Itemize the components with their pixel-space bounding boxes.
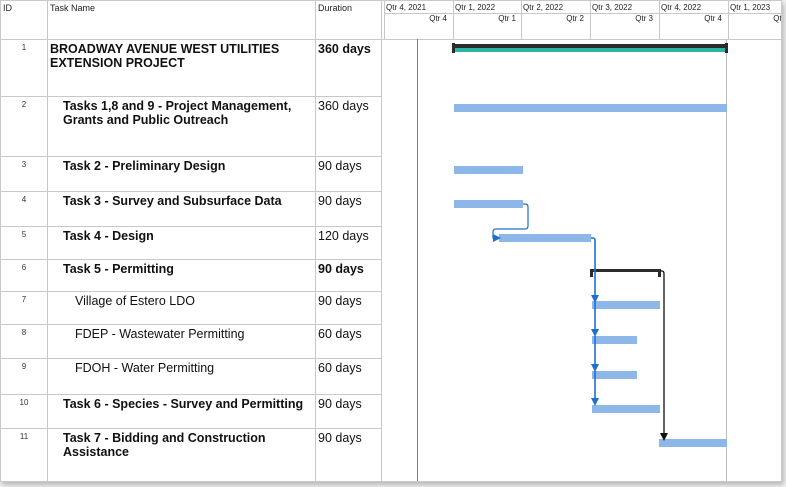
grid-horizontal-line bbox=[1, 39, 781, 40]
task-id: 7 bbox=[21, 295, 27, 304]
task-id: 5 bbox=[21, 230, 27, 239]
task-bar-9[interactable] bbox=[592, 371, 637, 379]
task-id: 2 bbox=[21, 100, 27, 109]
task-duration-cell[interactable]: 90 days bbox=[318, 397, 380, 411]
dependency-link-6-11 bbox=[660, 270, 668, 441]
grid-vertical-line bbox=[453, 1, 454, 39]
grid-horizontal-line bbox=[1, 259, 381, 260]
gantt-sheet: ID Task Name Duration Qtr 4, 2021 Qtr 4 Qt… bbox=[0, 0, 782, 482]
grid-vertical-line bbox=[384, 1, 385, 39]
task-duration-cell[interactable]: 120 days bbox=[318, 229, 380, 243]
task-duration-cell[interactable]: 90 days bbox=[318, 431, 380, 445]
task-id: 4 bbox=[21, 195, 27, 204]
task-name-cell[interactable]: Village of Estero LDO bbox=[75, 294, 312, 308]
task-bar-10[interactable] bbox=[592, 405, 660, 413]
task-id: 8 bbox=[21, 328, 27, 337]
task-name-cell[interactable]: BROADWAY AVENUE WEST UTILITIES EXTENSION… bbox=[50, 42, 312, 70]
timescale-quarter: Qtr 1, 2022 bbox=[455, 3, 496, 12]
grid-vertical-line bbox=[590, 1, 591, 39]
task-id: 6 bbox=[21, 263, 27, 272]
project-summary-bar[interactable] bbox=[453, 44, 727, 48]
task-duration-cell[interactable]: 90 days bbox=[318, 194, 380, 208]
grid-horizontal-line bbox=[1, 156, 381, 157]
grid-horizontal-line bbox=[1, 358, 381, 359]
task-bar-11[interactable] bbox=[659, 439, 727, 447]
task-name-cell[interactable]: Task 5 - Permitting bbox=[63, 262, 312, 276]
task-duration-cell[interactable]: 90 days bbox=[318, 262, 380, 276]
dependency-link-5-7 bbox=[591, 237, 599, 303]
timescale-subquarter: Qtr 4 bbox=[429, 14, 447, 23]
timescale-subquarter: Qtr 3 bbox=[635, 14, 653, 23]
task-bar-4[interactable] bbox=[454, 200, 523, 208]
task-duration-cell[interactable]: 90 days bbox=[318, 294, 380, 308]
timescale-subquarter: Qtr 1 bbox=[498, 14, 516, 23]
task-id: 11 bbox=[19, 432, 29, 441]
grid-horizontal-line bbox=[1, 226, 381, 227]
grid-vertical-line bbox=[521, 1, 522, 39]
project-summary-progress[interactable] bbox=[453, 48, 727, 52]
grid-vertical-line bbox=[315, 1, 316, 481]
task-name-cell[interactable]: Task 6 - Species - Survey and Permitting bbox=[63, 397, 312, 411]
task-name-cell[interactable]: Task 3 - Survey and Subsurface Data bbox=[63, 194, 312, 208]
task-duration-cell[interactable]: 360 days bbox=[318, 42, 380, 56]
task-name-cell[interactable]: Task 2 - Preliminary Design bbox=[63, 159, 312, 173]
grid-horizontal-line bbox=[1, 324, 381, 325]
grid-horizontal-line bbox=[1, 394, 381, 395]
task-bar-5[interactable] bbox=[499, 234, 591, 242]
grid-vertical-line bbox=[381, 1, 382, 481]
column-header-duration[interactable]: Duration bbox=[318, 3, 352, 13]
dependency-link-4-5 bbox=[492, 203, 529, 242]
task-bar-3[interactable] bbox=[454, 166, 523, 174]
task-duration-cell[interactable]: 60 days bbox=[318, 361, 380, 375]
summary-bar-6-end[interactable] bbox=[658, 269, 661, 277]
column-header-id[interactable]: ID bbox=[3, 3, 12, 13]
timescale-quarter: Qtr 4, 2021 bbox=[386, 3, 427, 12]
timescale-quarter: Qtr 1, 2023 bbox=[730, 3, 771, 12]
grid-horizontal-line bbox=[1, 191, 381, 192]
grid-horizontal-line bbox=[1, 96, 381, 97]
task-name-cell[interactable]: FDEP - Wastewater Permitting bbox=[75, 327, 312, 341]
timescale-quarter: Qtr 4, 2022 bbox=[661, 3, 702, 12]
task-bar-2[interactable] bbox=[454, 104, 727, 112]
timescale-subquarter: Qtr 2 bbox=[566, 14, 584, 23]
project-summary-start-cap[interactable] bbox=[452, 43, 455, 53]
grid-vertical-line bbox=[726, 39, 727, 481]
grid-vertical-line bbox=[417, 39, 418, 481]
task-id: 10 bbox=[19, 398, 29, 407]
task-name-cell[interactable]: Task 4 - Design bbox=[63, 229, 312, 243]
grid-horizontal-line bbox=[384, 13, 781, 14]
grid-vertical-line bbox=[659, 1, 660, 39]
column-header-task-name[interactable]: Task Name bbox=[50, 3, 95, 13]
task-bar-7[interactable] bbox=[592, 301, 660, 309]
task-duration-cell[interactable]: 360 days bbox=[318, 99, 380, 113]
grid-vertical-line bbox=[47, 1, 48, 481]
task-id: 9 bbox=[21, 362, 27, 371]
timescale-subquarter: Qtr 4 bbox=[704, 14, 722, 23]
grid-vertical-line bbox=[728, 1, 729, 39]
task-duration-cell[interactable]: 90 days bbox=[318, 159, 380, 173]
timescale-quarter: Qtr 2, 2022 bbox=[523, 3, 564, 12]
summary-bar-6[interactable] bbox=[591, 269, 660, 272]
task-name-cell[interactable]: Task 7 - Bidding and Construction Assist… bbox=[63, 431, 312, 459]
timescale-quarter: Qtr 3, 2022 bbox=[592, 3, 633, 12]
task-bar-8[interactable] bbox=[592, 336, 637, 344]
grid-horizontal-line bbox=[1, 428, 381, 429]
summary-bar-6-start[interactable] bbox=[590, 269, 593, 277]
task-duration-cell[interactable]: 60 days bbox=[318, 327, 380, 341]
task-id: 3 bbox=[21, 160, 27, 169]
task-name-cell[interactable]: Tasks 1,8 and 9 - Project Management, Gr… bbox=[63, 99, 312, 127]
grid-horizontal-line bbox=[1, 291, 381, 292]
task-name-cell[interactable]: FDOH - Water Permitting bbox=[75, 361, 312, 375]
timescale-subquarter: Qtr 1 bbox=[773, 14, 782, 23]
task-id: 1 bbox=[21, 43, 27, 52]
app-frame: ID Task Name Duration Qtr 4, 2021 Qtr 4 Qt… bbox=[0, 0, 786, 487]
